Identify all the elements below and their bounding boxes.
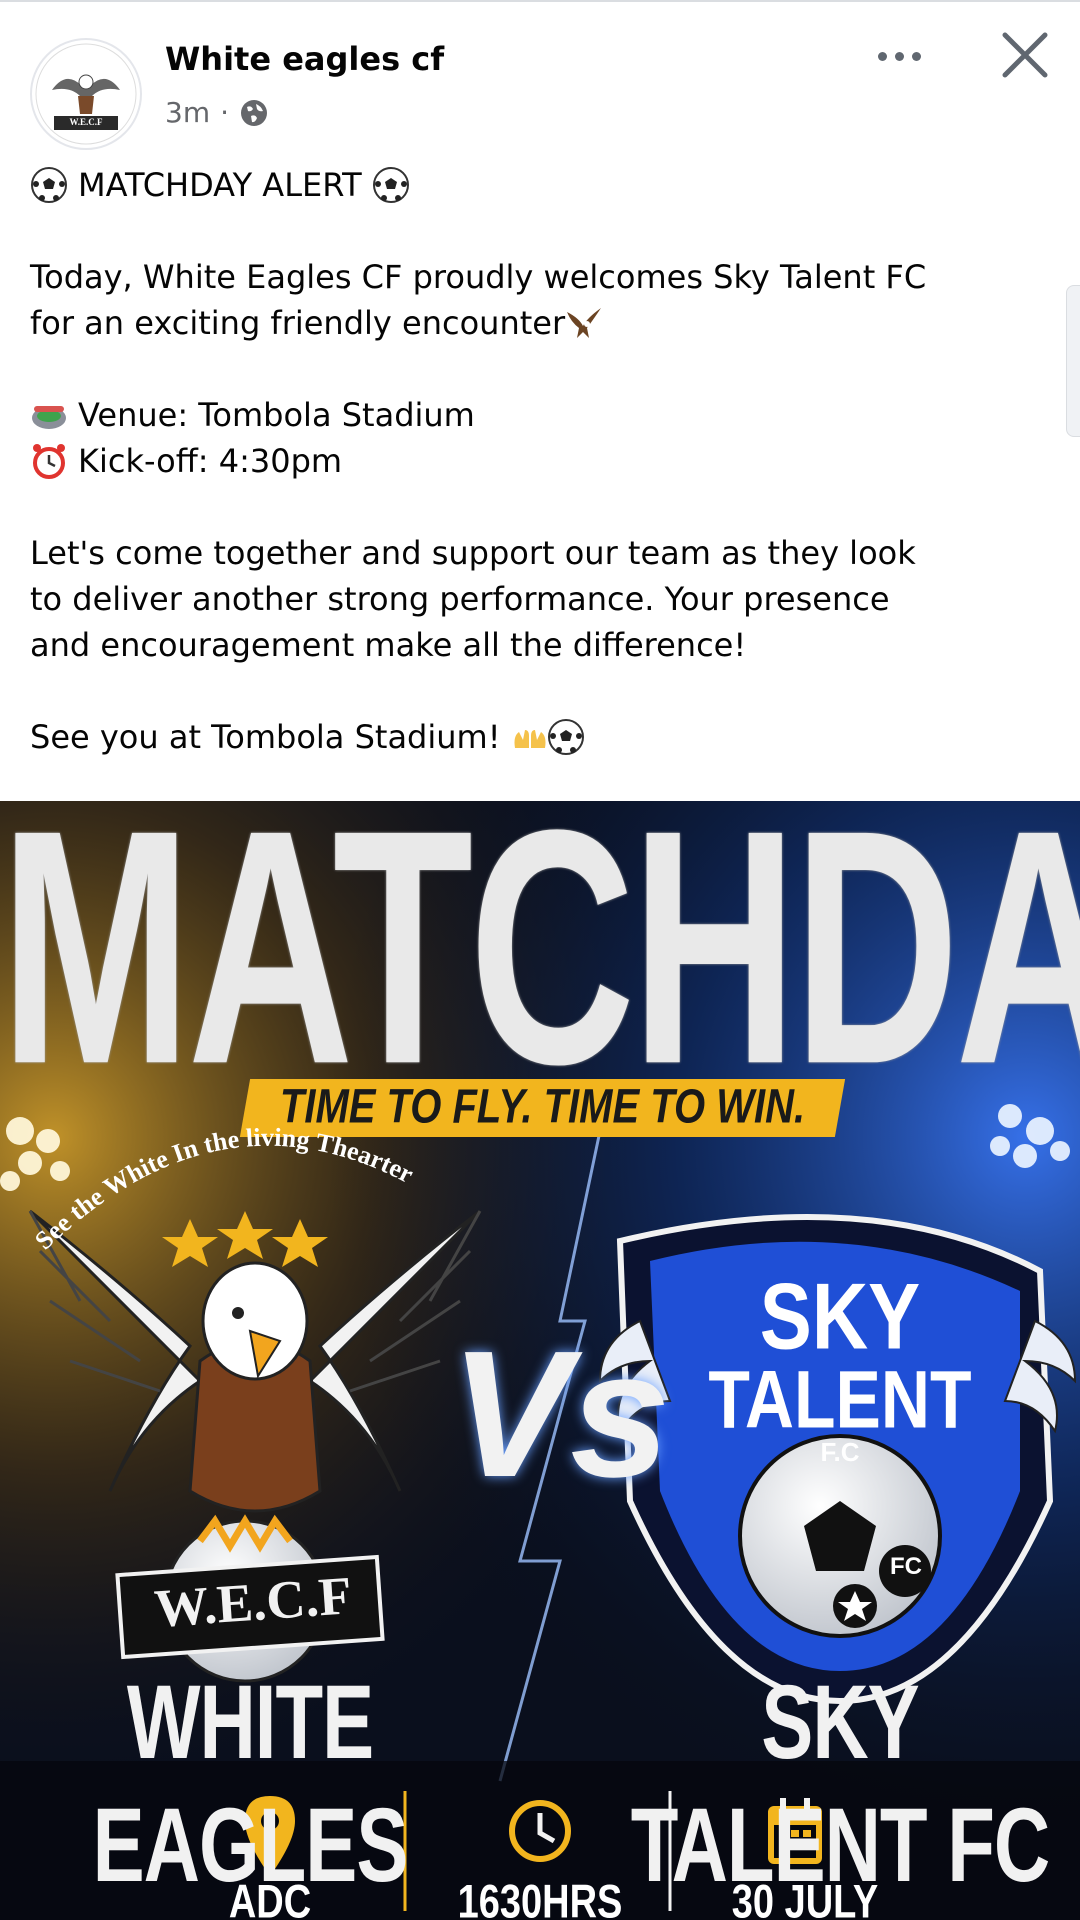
post-meta: 3m · xyxy=(165,96,269,129)
avatar-label: W.E.C.F xyxy=(69,117,103,127)
more-options-icon[interactable] xyxy=(870,36,928,76)
matchday-poster-image[interactable]: MATCHDAY TIME TO FLY. TIME TO WIN. See t… xyxy=(0,801,1080,1920)
caption-kickoff-line: Kick-off: 4:30pm xyxy=(30,438,1040,484)
post-caption: MATCHDAY ALERT Today, White Eagles CF pr… xyxy=(30,162,1040,760)
close-icon[interactable] xyxy=(995,25,1055,85)
caption-support-2: to deliver another strong performance. Y… xyxy=(30,580,890,618)
globe-icon[interactable] xyxy=(239,98,269,128)
scroll-handle[interactable] xyxy=(1066,285,1080,437)
home-team-name: WHITE EAGLES xyxy=(92,1662,409,1904)
caption-venue: Venue: Tombola Stadium xyxy=(78,396,475,434)
eagle-icon xyxy=(567,308,602,338)
away-badge-fc: F.C xyxy=(820,1437,860,1467)
stadium-icon xyxy=(32,406,66,429)
away-badge-talent: TALENT xyxy=(708,1354,972,1446)
post-header: W.E.C.F White eagles cf 3m · xyxy=(0,0,1080,150)
post-time[interactable]: 3m xyxy=(165,96,210,129)
raising-hands-icon xyxy=(514,730,546,748)
soccer-ball-icon xyxy=(547,719,584,755)
caption-support-3: and encouragement make all the differenc… xyxy=(30,626,747,664)
page-avatar[interactable]: W.E.C.F xyxy=(30,38,142,150)
caption-kickoff: Kick-off: 4:30pm xyxy=(78,442,343,480)
alarm-clock-icon xyxy=(33,444,65,479)
caption-intro-2-line: for an exciting friendly encounter xyxy=(30,300,1040,346)
away-team-name: SKY TALENT FC xyxy=(630,1662,1050,1904)
caption-alert: MATCHDAY ALERT xyxy=(78,166,362,204)
versus-label: Vs xyxy=(450,1314,671,1515)
caption-intro-1: Today, White Eagles CF proudly welcomes … xyxy=(30,258,927,296)
page-name-link[interactable]: White eagles cf xyxy=(165,40,444,78)
meta-separator: · xyxy=(220,96,229,129)
caption-support-1: Let's come together and support our team… xyxy=(30,534,916,572)
caption-closing: See you at Tombola Stadium! xyxy=(30,718,501,756)
caption-closing-line: See you at Tombola Stadium! xyxy=(30,714,1040,760)
svg-text:See the White In the living Th: See the White In the living Thearter xyxy=(29,1123,418,1255)
caption-venue-line: Venue: Tombola Stadium xyxy=(30,392,1040,438)
info-venue: ADC STADIUM xyxy=(228,1876,312,1920)
soccer-ball-icon xyxy=(31,167,67,203)
info-time: 1630HRS xyxy=(457,1876,623,1920)
caption-intro-2: for an exciting friendly encounter xyxy=(30,304,566,342)
caption-alert-line: MATCHDAY ALERT xyxy=(30,162,1040,208)
info-date: 30 JULY xyxy=(731,1876,879,1920)
soccer-ball-icon xyxy=(372,167,409,203)
away-ball-fc: FC xyxy=(890,1553,922,1580)
